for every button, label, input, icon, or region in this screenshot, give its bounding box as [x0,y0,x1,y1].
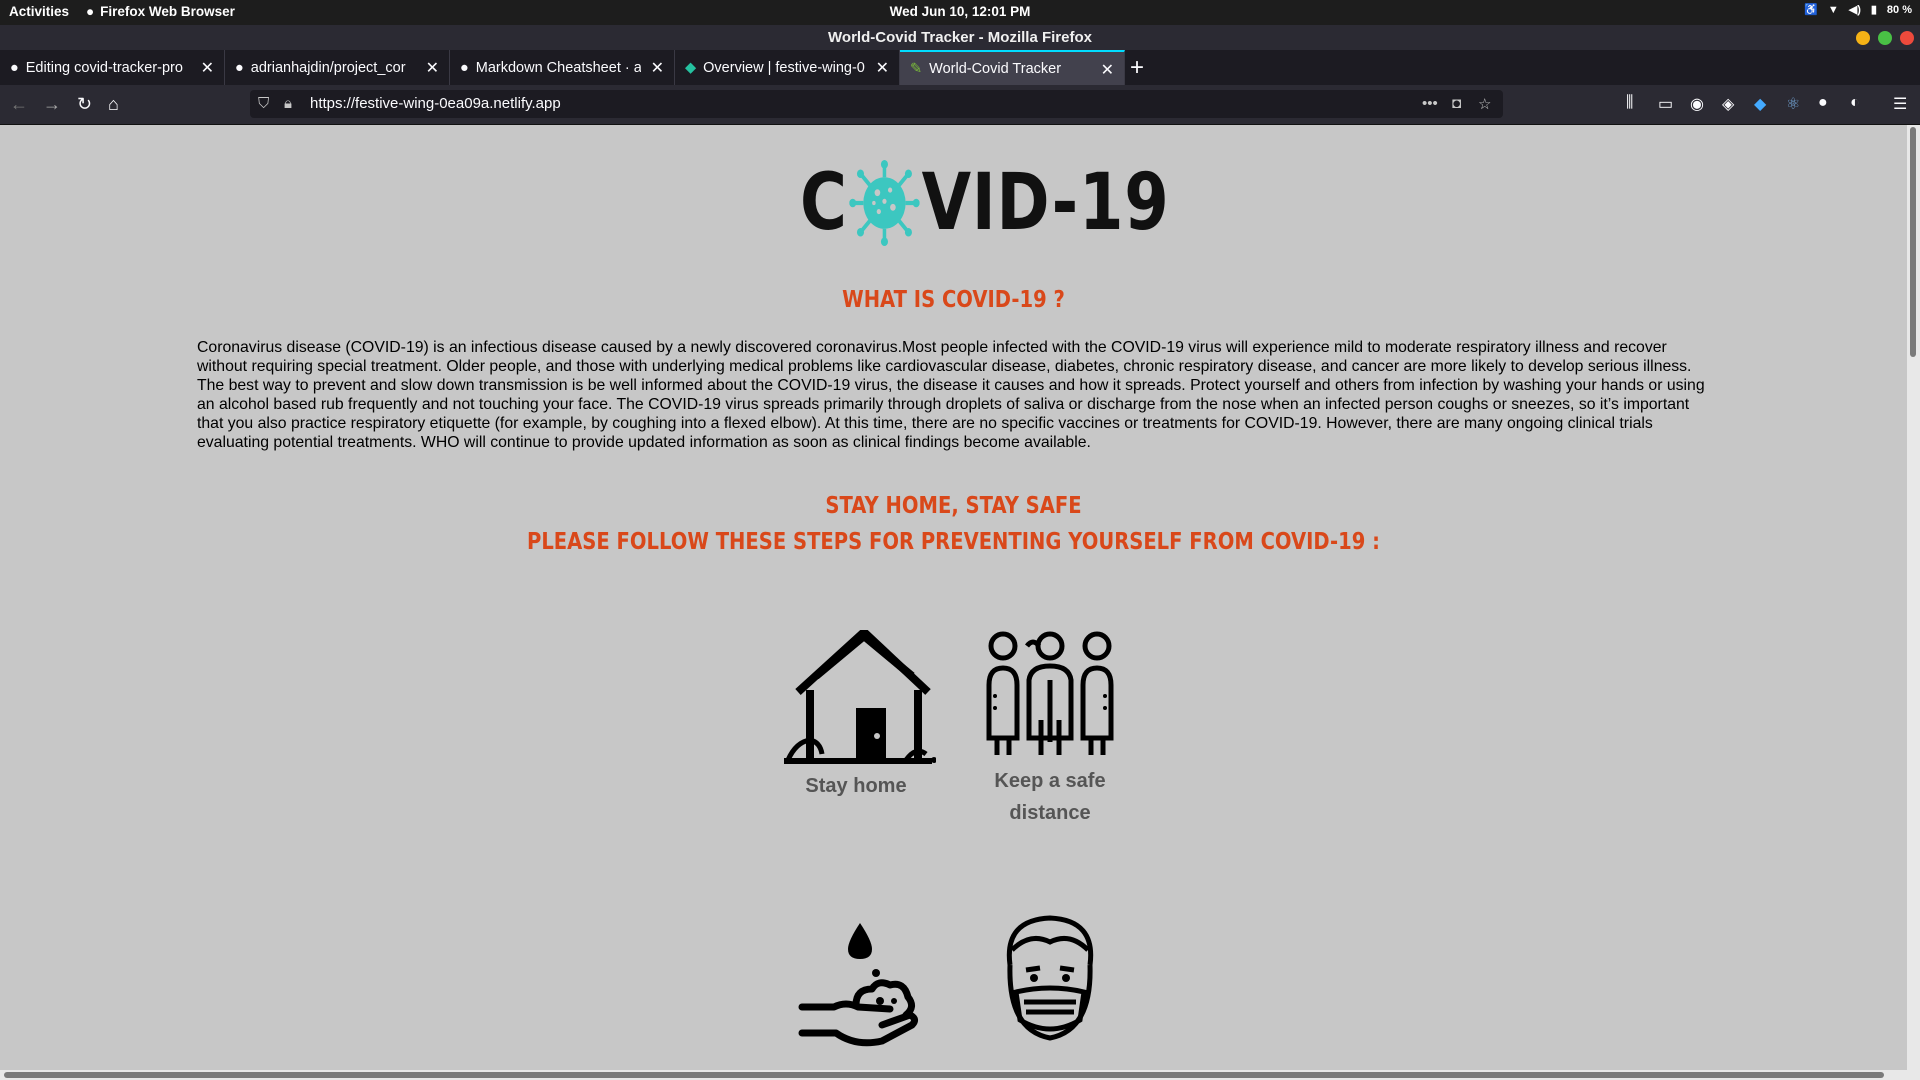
tab-world-covid-tracker[interactable]: ✎ World-Covid Tracker ✕ [900,50,1125,85]
system-top-bar: Activities ● Firefox Web Browser Wed Jun… [0,0,1920,25]
step-stay-home: Stay home [776,628,937,802]
extension-icon[interactable]: ◈ [1722,94,1734,114]
step-wear-mask [970,910,1130,1050]
people-distance-icon [986,631,1114,755]
horizontal-scrollbar[interactable] [0,1070,1907,1080]
github-icon: ● [235,59,244,76]
tab-close-icon[interactable]: ✕ [1101,60,1114,80]
scrollbar-thumb[interactable] [1910,127,1916,357]
tab-netlify-overview[interactable]: ◆ Overview | festive-wing-0 ✕ [675,50,900,85]
tab-label: World-Covid Tracker [929,60,1062,77]
house-icon [784,628,937,764]
virus-icon [849,160,920,246]
tab-label: Overview | festive-wing-0 [703,59,865,76]
clock[interactable]: Wed Jun 10, 12:01 PM [0,4,1920,19]
lock-icon[interactable]: 🔒︎ [284,95,292,112]
accessibility-icon[interactable]: ♿ [1804,3,1818,16]
logo-letter-c: C [800,158,848,248]
covid-logo: C VID-19 [800,158,1170,248]
step-label: Stay home [805,775,907,797]
what-is-covid-heading: WHAT IS COVID-19 ? [842,287,1065,313]
step-safe-distance: Keep a safe distance [970,630,1130,829]
new-tab-button[interactable]: + [1130,54,1144,82]
wifi-icon: ▼ [1827,3,1839,16]
step-wash-hands [776,915,936,1060]
page-actions-icon[interactable]: ••• [1422,95,1438,112]
tab-project-repo[interactable]: ● adrianhajdin/project_cor ✕ [225,50,450,85]
github-extension-icon[interactable]: ● [1818,94,1828,112]
tab-label: Markdown Cheatsheet · a [475,59,641,76]
stay-home-heading: STAY HOME, STAY SAFE [825,493,1082,519]
scrollbar-thumb[interactable] [4,1072,1884,1078]
home-button[interactable]: ⌂ [108,94,119,115]
back-button[interactable]: ← [10,94,28,115]
tab-close-icon[interactable]: ✕ [201,58,214,78]
menu-icon[interactable]: ☰ [1893,94,1907,114]
shield-icon[interactable]: ⛉ [258,95,269,112]
prevention-steps-heading: PLEASE FOLLOW THESE STEPS FOR PREVENTING… [527,529,1380,555]
window-title: World-Covid Tracker - Mozilla Firefox [828,29,1092,46]
vertical-scrollbar[interactable] [1907,125,1920,1080]
covid-description: Coronavirus disease (COVID-19) is an inf… [197,339,1705,451]
system-tray[interactable]: ♿ ▼ ◀) ▮ 80 % [1804,3,1912,17]
tab-markdown-cheatsheet[interactable]: ● Markdown Cheatsheet · a ✕ [450,50,675,85]
bookmark-star-icon[interactable]: ☆ [1478,95,1491,113]
tab-close-icon[interactable]: ✕ [426,58,439,78]
react-devtools-icon[interactable]: ⚛ [1786,94,1800,114]
minimize-button[interactable] [1856,31,1870,45]
logo-text: VID-19 [921,158,1170,248]
github-icon: ● [10,59,19,76]
maximize-button[interactable] [1878,31,1892,45]
tab-close-icon[interactable]: ✕ [876,58,889,78]
web-page: C VID-19 WHAT IS COVID-19 ? Coronavirus … [0,125,1907,1070]
step-label: Keep a safe distance [994,770,1106,824]
tab-editing-covid-tracker[interactable]: ● Editing covid-tracker-pro ✕ [0,50,225,85]
github-icon: ● [460,59,469,76]
pocket-icon[interactable]: ◘ [1452,95,1461,112]
tab-label: adrianhajdin/project_cor [250,59,406,76]
extension-icon[interactable]: ◐ [1850,94,1860,112]
tab-close-icon[interactable]: ✕ [651,58,664,78]
window-title-bar: World-Covid Tracker - Mozilla Firefox [0,25,1920,50]
account-icon[interactable]: ◉ [1690,94,1704,114]
sidebar-icon[interactable]: ▭ [1658,94,1673,114]
forward-button[interactable]: → [43,94,61,115]
close-window-button[interactable] [1900,31,1914,45]
site-icon: ✎ [910,60,923,77]
battery-percent: 80 % [1886,3,1912,16]
url-text[interactable]: https://festive-wing-0ea09a.netlify.app [310,95,561,112]
hand-wash-icon [798,923,919,1047]
navigation-toolbar: ← → ↻ ⌂ ⛉ 🔒︎ https://festive-wing-0ea09a… [0,85,1920,125]
tab-label: Editing covid-tracker-pro [25,59,183,76]
extension-icon[interactable]: ◆ [1754,94,1766,114]
url-bar[interactable]: ⛉ 🔒︎ https://festive-wing-0ea09a.netlify… [250,90,1503,118]
volume-icon: ◀) [1848,4,1861,16]
tab-strip: ● Editing covid-tracker-pro ✕ ● adrianha… [0,50,1920,85]
reload-button[interactable]: ↻ [77,94,92,115]
netlify-icon: ◆ [685,59,697,76]
library-icon[interactable]: ⫼ [1626,94,1633,112]
face-mask-icon [1006,915,1094,1041]
battery-icon: ▮ [1870,4,1877,16]
